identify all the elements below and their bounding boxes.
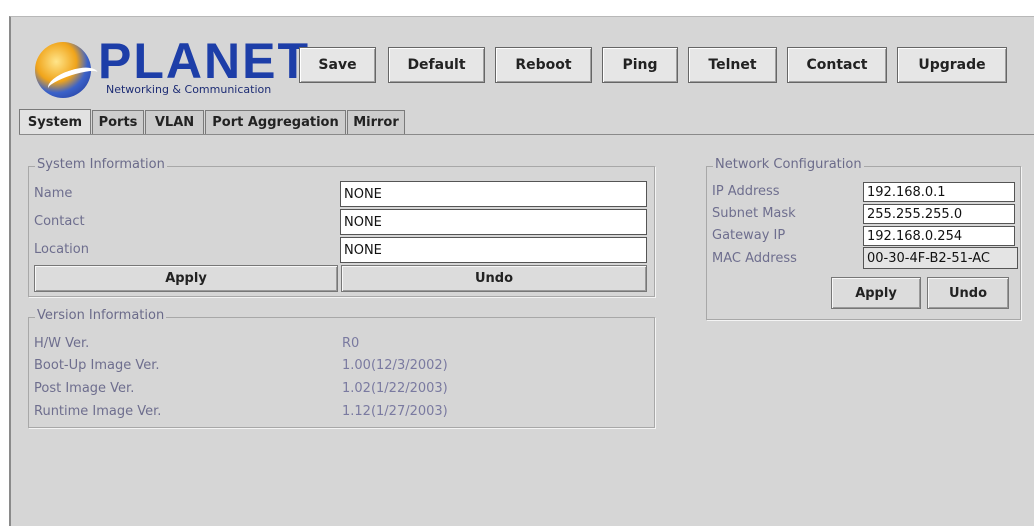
globe-icon [35, 42, 101, 99]
bootup-ver-label: Boot-Up Image Ver. [34, 358, 160, 373]
mac-address-label: MAC Address [712, 251, 797, 266]
subnet-mask-input[interactable]: 255.255.255.0 [863, 204, 1015, 224]
system-information-title: System Information [35, 157, 167, 172]
location-label: Location [34, 242, 89, 257]
gateway-ip-input[interactable]: 192.168.0.254 [863, 226, 1015, 246]
gateway-ip-label: Gateway IP [712, 228, 786, 243]
system-apply-button[interactable]: Apply [34, 265, 338, 292]
system-undo-button[interactable]: Undo [341, 265, 647, 292]
runtime-ver-value: 1.12(1/27/2003) [342, 404, 448, 419]
reboot-button[interactable]: Reboot [495, 47, 592, 83]
post-ver-label: Post Image Ver. [34, 381, 135, 396]
ping-button[interactable]: Ping [602, 47, 678, 83]
globe-swoosh [45, 62, 101, 99]
ip-address-input[interactable]: 192.168.0.1 [863, 182, 1015, 202]
version-information-title: Version Information [35, 308, 167, 323]
bootup-ver-value: 1.00(12/3/2002) [342, 358, 448, 373]
location-input[interactable]: NONE [340, 237, 647, 263]
save-button[interactable]: Save [299, 47, 376, 83]
tab-system[interactable]: System [19, 109, 91, 135]
tab-vlan[interactable]: VLAN [145, 110, 204, 134]
brand-name: PLANET [98, 33, 310, 89]
mac-address-field: 00-30-4F-B2-51-AC [863, 247, 1018, 269]
default-button[interactable]: Default [388, 47, 485, 83]
planet-logo: PLANET Networking & Communication [32, 34, 308, 99]
upgrade-button[interactable]: Upgrade [897, 47, 1007, 83]
tab-divider [19, 134, 1034, 135]
contact-button[interactable]: Contact [787, 47, 887, 83]
post-ver-value: 1.02(1/22/2003) [342, 381, 448, 396]
left-border [0, 16, 9, 526]
tab-mirror[interactable]: Mirror [347, 110, 405, 134]
name-input[interactable]: NONE [340, 181, 647, 207]
brand-tagline: Networking & Communication [106, 83, 272, 96]
tab-ports[interactable]: Ports [92, 110, 144, 134]
hw-ver-label: H/W Ver. [34, 336, 90, 351]
subnet-mask-label: Subnet Mask [712, 206, 796, 221]
network-apply-button[interactable]: Apply [831, 277, 921, 309]
tab-port-aggregation[interactable]: Port Aggregation [205, 110, 346, 134]
top-border [0, 0, 1034, 16]
network-undo-button[interactable]: Undo [927, 277, 1009, 309]
network-configuration-title: Network Configuration [713, 157, 864, 172]
name-label: Name [34, 186, 73, 201]
telnet-button[interactable]: Telnet [688, 47, 777, 83]
contact-input[interactable]: NONE [340, 209, 647, 235]
hw-ver-value: R0 [342, 336, 360, 351]
ip-address-label: IP Address [712, 184, 780, 199]
runtime-ver-label: Runtime Image Ver. [34, 404, 162, 419]
contact-label: Contact [34, 214, 85, 229]
